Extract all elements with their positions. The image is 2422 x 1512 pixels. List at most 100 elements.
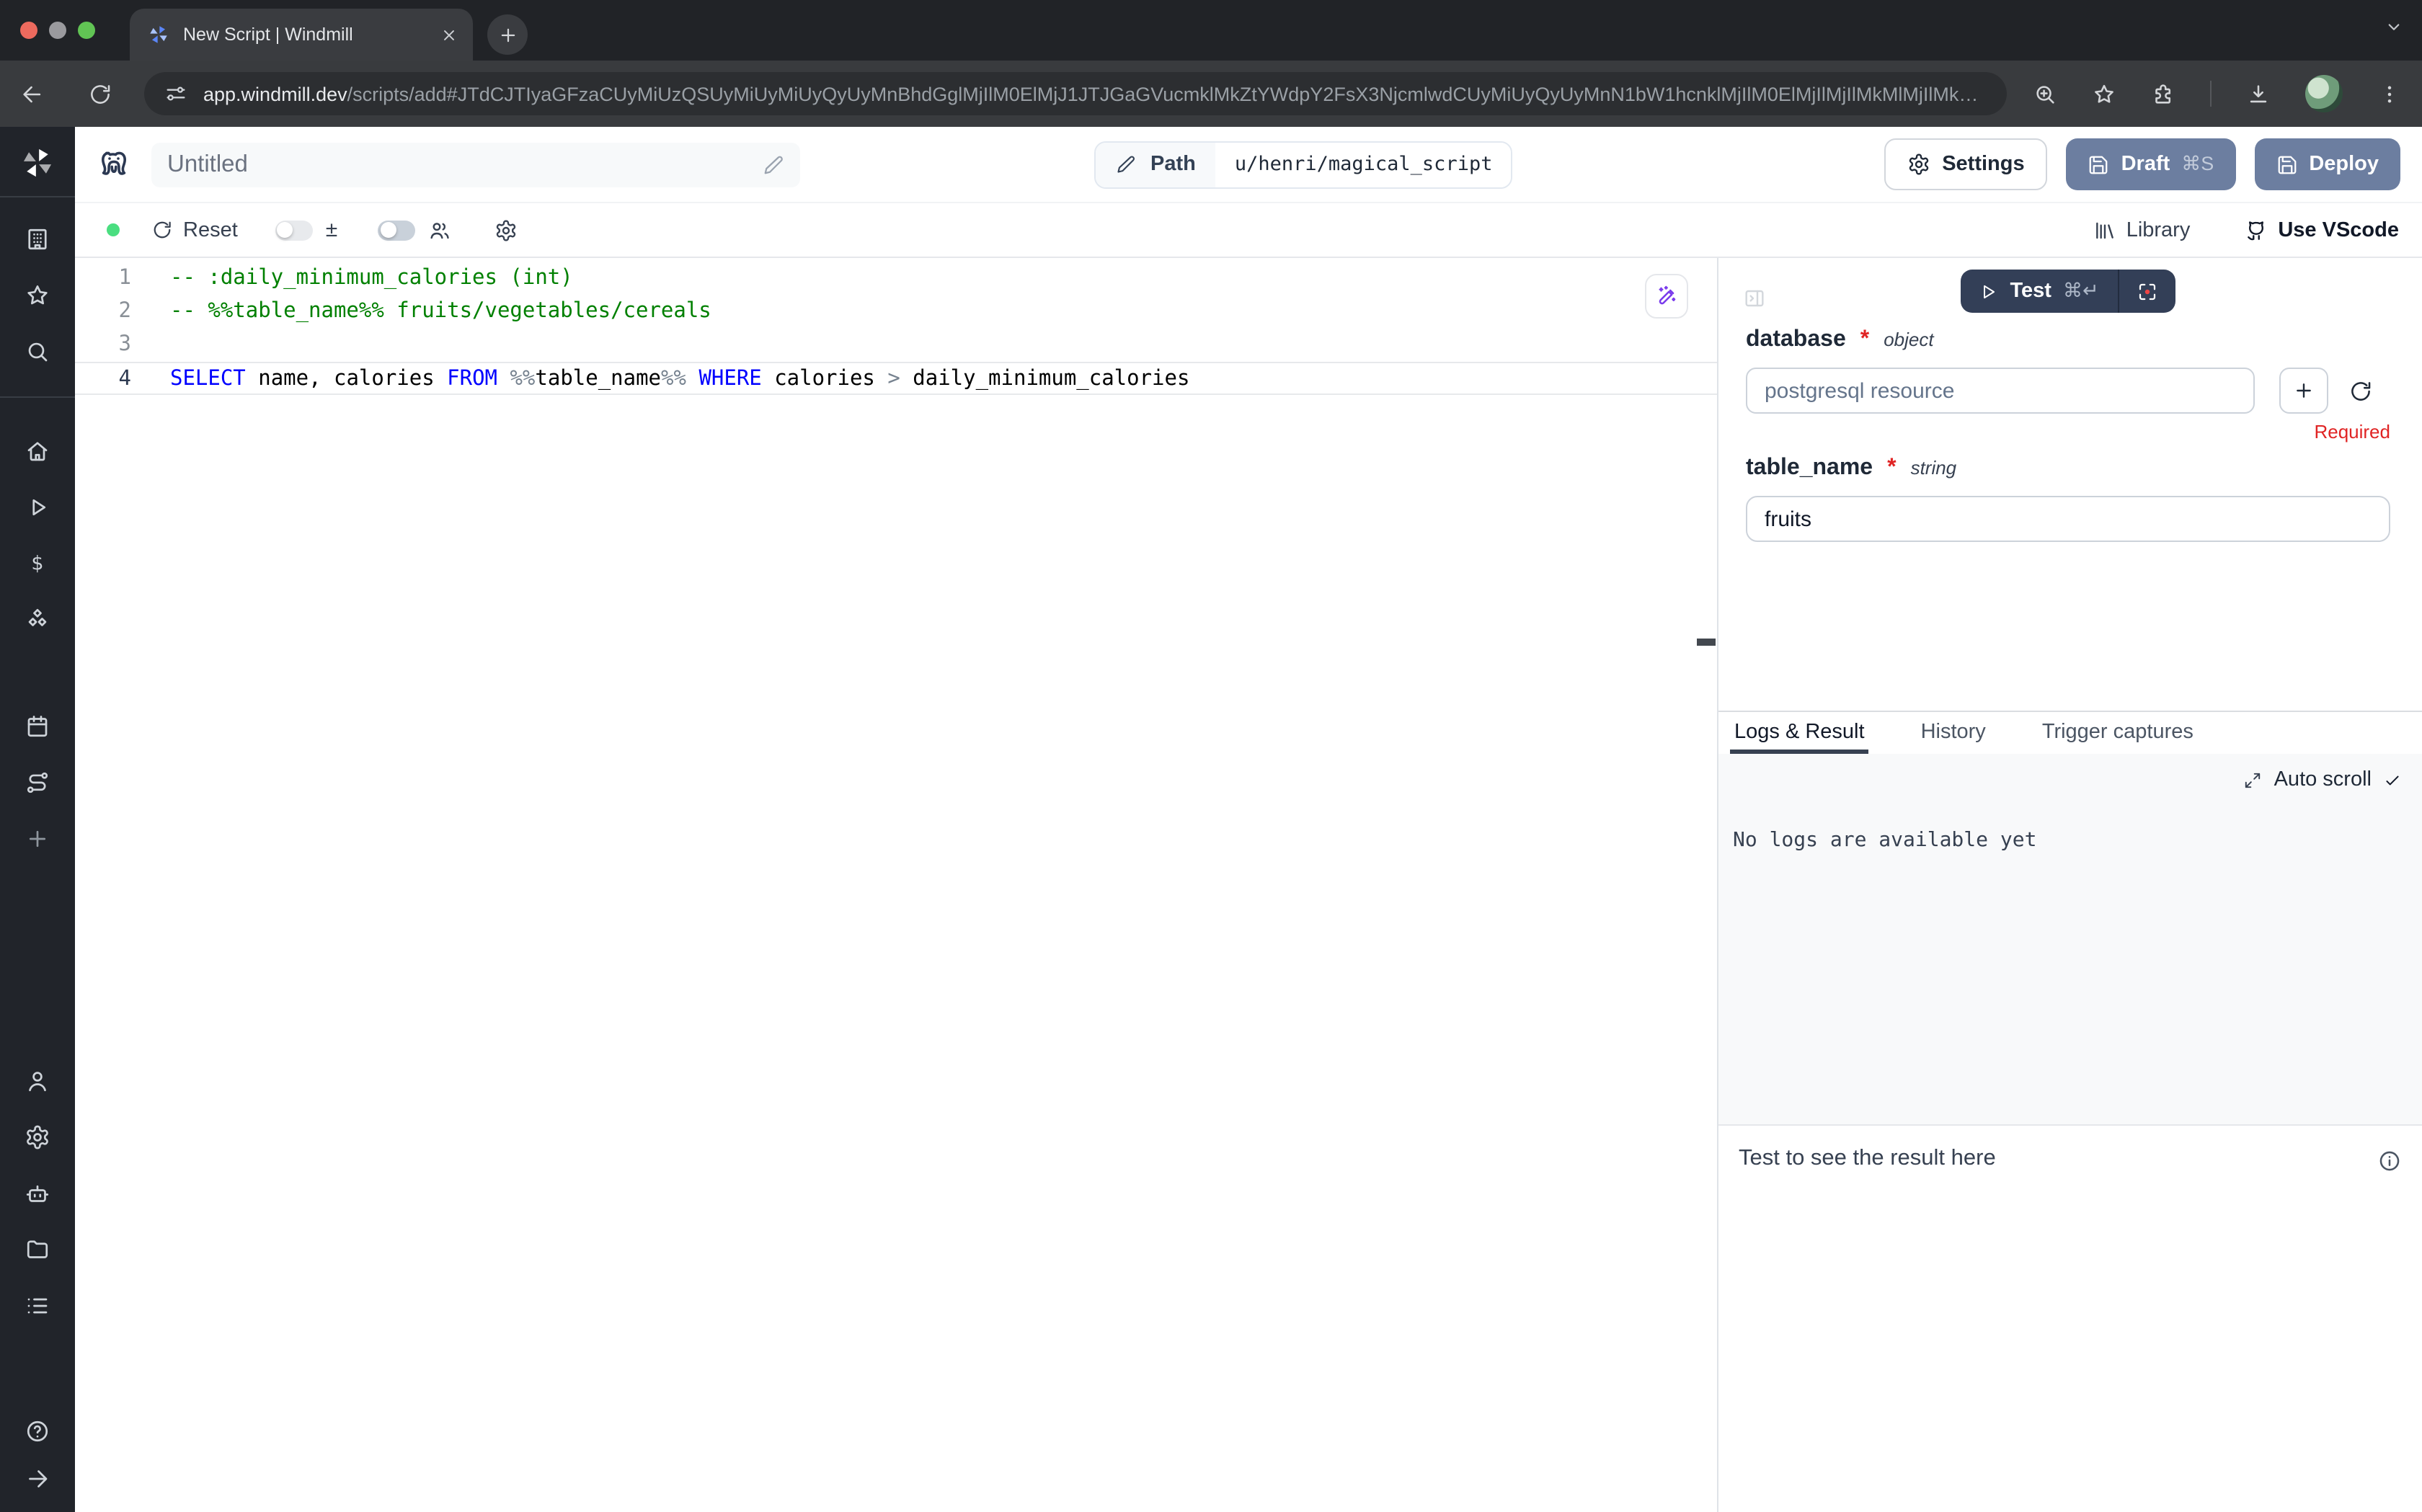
diff-mode-toggle[interactable] bbox=[275, 220, 313, 240]
editor-settings-icon[interactable] bbox=[494, 218, 518, 241]
expand-logs-icon[interactable] bbox=[2244, 770, 2263, 789]
help-icon[interactable] bbox=[25, 1418, 50, 1444]
tab-trigger-captures[interactable]: Trigger captures bbox=[2038, 712, 2198, 754]
building-icon[interactable] bbox=[25, 226, 50, 252]
settings-icon[interactable] bbox=[25, 1124, 50, 1150]
line-number: 1 bbox=[75, 262, 131, 295]
arrow-right-icon[interactable] bbox=[25, 1466, 50, 1492]
tab-strip: New Script | Windmill bbox=[0, 0, 2422, 61]
download-icon[interactable] bbox=[2246, 81, 2271, 106]
editor-toolbar: Reset ± Library Use VScode bbox=[75, 203, 2422, 258]
zoom-window-button[interactable] bbox=[78, 22, 95, 39]
browser-toolbar: app.windmill.dev/scripts/add#JTdCJTIyaGF… bbox=[0, 61, 2422, 127]
home-icon[interactable] bbox=[25, 438, 50, 464]
use-vscode-button[interactable]: Use VScode bbox=[2245, 218, 2399, 241]
back-icon[interactable] bbox=[20, 81, 45, 106]
folder-icon[interactable] bbox=[25, 1237, 50, 1263]
field-name: database bbox=[1746, 327, 1846, 353]
line-number: 3 bbox=[75, 329, 131, 362]
add-resource-button[interactable] bbox=[2279, 368, 2328, 414]
autoscroll-control[interactable]: Auto scroll bbox=[1733, 765, 2402, 794]
ai-assistant-button[interactable] bbox=[1645, 274, 1688, 319]
test-button[interactable]: Test ⌘↵ bbox=[1961, 270, 2175, 313]
sidebar-logo-group bbox=[0, 127, 75, 196]
capture-run-button[interactable] bbox=[2118, 270, 2175, 313]
windmill-favicon bbox=[147, 23, 170, 46]
tab-history[interactable]: History bbox=[1917, 712, 1990, 754]
result-placeholder: Test to see the result here bbox=[1739, 1146, 1996, 1172]
address-bar[interactable]: app.windmill.dev/scripts/add#JTdCJTIyaGF… bbox=[144, 72, 2007, 115]
boxes-icon[interactable] bbox=[25, 607, 50, 633]
profile-avatar[interactable] bbox=[2305, 75, 2343, 112]
logs-area: Auto scroll No logs are available yet bbox=[1718, 754, 2422, 1126]
deploy-button[interactable]: Deploy bbox=[2254, 138, 2400, 190]
assistants-toggle[interactable] bbox=[378, 220, 415, 240]
reload-icon[interactable] bbox=[88, 81, 112, 106]
route-icon[interactable] bbox=[25, 770, 50, 796]
code-line[interactable]: 3 bbox=[75, 329, 1717, 362]
sidebar-admin-group bbox=[0, 1068, 75, 1319]
test-shortcut: ⌘↵ bbox=[2063, 280, 2099, 303]
reset-button[interactable]: Reset bbox=[151, 218, 238, 241]
bookmark-star-icon[interactable] bbox=[2092, 81, 2116, 106]
gear-icon bbox=[1907, 153, 1930, 176]
code-line[interactable]: 4SELECT name, calories FROM %%table_name… bbox=[75, 362, 1717, 395]
star-icon[interactable] bbox=[25, 283, 50, 308]
extensions-icon[interactable] bbox=[2151, 81, 2175, 106]
library-button[interactable]: Library bbox=[2093, 218, 2191, 241]
code-text: -- %%table_name%% fruits/vegetables/cere… bbox=[131, 295, 711, 329]
overview-ruler-mark bbox=[1697, 639, 1716, 646]
windmill-logo[interactable] bbox=[19, 144, 56, 182]
play-icon[interactable] bbox=[25, 494, 50, 520]
site-info-icon[interactable] bbox=[164, 82, 187, 105]
path-label: Path bbox=[1150, 153, 1196, 176]
settings-label: Settings bbox=[1942, 153, 2024, 176]
draft-button[interactable]: Draft ⌘S bbox=[2067, 138, 2236, 190]
zoom-icon[interactable] bbox=[2033, 81, 2057, 106]
url-path: /scripts/add#JTdCJTIyaGFzaCUyMiUzQSUyMiU… bbox=[347, 83, 1979, 104]
close-tab-icon[interactable] bbox=[440, 25, 458, 44]
user-icon[interactable] bbox=[25, 1068, 50, 1094]
refresh-resources-icon[interactable] bbox=[2348, 378, 2373, 403]
info-icon[interactable] bbox=[2377, 1149, 2402, 1173]
minimize-window-button[interactable] bbox=[49, 22, 66, 39]
capture-icon bbox=[2137, 280, 2158, 302]
settings-button[interactable]: Settings bbox=[1884, 138, 2047, 190]
library-label: Library bbox=[2126, 218, 2191, 241]
robot-icon[interactable] bbox=[25, 1180, 50, 1206]
right-panel: Test ⌘↵ database* object bbox=[1718, 258, 2422, 1512]
code-line[interactable]: 2-- %%table_name%% fruits/vegetables/cer… bbox=[75, 295, 1717, 329]
database-resource-select[interactable]: postgresql resource bbox=[1746, 368, 2255, 414]
dollar-icon[interactable]: $ bbox=[25, 551, 50, 577]
edit-title-pencil-icon[interactable] bbox=[763, 154, 784, 175]
edit-path-pencil-icon[interactable] bbox=[1116, 154, 1136, 174]
collapse-panel-icon[interactable] bbox=[1743, 287, 1766, 310]
url-text: app.windmill.dev/scripts/add#JTdCJTIyaGF… bbox=[203, 83, 1978, 104]
code-line[interactable]: 1-- :daily_minimum_calories (int) bbox=[75, 262, 1717, 295]
audit-list-icon[interactable] bbox=[25, 1293, 50, 1319]
tab-title: New Script | Windmill bbox=[183, 25, 427, 45]
table-name-input[interactable] bbox=[1746, 496, 2390, 542]
browser-menu-icon[interactable] bbox=[2377, 81, 2402, 106]
calendar-icon[interactable] bbox=[25, 713, 50, 739]
run-form-section: Test ⌘↵ database* object bbox=[1718, 258, 2422, 711]
script-title-input[interactable] bbox=[167, 151, 763, 178]
svg-text:$: $ bbox=[31, 552, 43, 574]
reset-label: Reset bbox=[183, 218, 238, 241]
required-marker: * bbox=[1860, 327, 1869, 353]
path-label-section: Path bbox=[1096, 142, 1216, 187]
line-number: 4 bbox=[75, 363, 131, 393]
plus-icon[interactable] bbox=[25, 826, 50, 852]
new-tab-button[interactable] bbox=[487, 14, 528, 55]
close-window-button[interactable] bbox=[20, 22, 37, 39]
search-icon[interactable] bbox=[25, 339, 50, 365]
code-text: SELECT name, calories FROM %%table_name%… bbox=[131, 363, 1189, 393]
script-path-chip[interactable]: Path u/henri/magical_script bbox=[1094, 141, 1512, 188]
script-title-box[interactable] bbox=[151, 142, 800, 187]
tab-logs-result[interactable]: Logs & Result bbox=[1730, 712, 1869, 754]
script-header: Path u/henri/magical_script Settings Dra… bbox=[75, 127, 2422, 203]
browser-tab[interactable]: New Script | Windmill bbox=[130, 9, 473, 61]
tab-search-icon[interactable] bbox=[2383, 16, 2405, 37]
code-editor[interactable]: 1-- :daily_minimum_calories (int)2-- %%t… bbox=[75, 258, 1718, 1512]
library-icon bbox=[2093, 218, 2116, 241]
